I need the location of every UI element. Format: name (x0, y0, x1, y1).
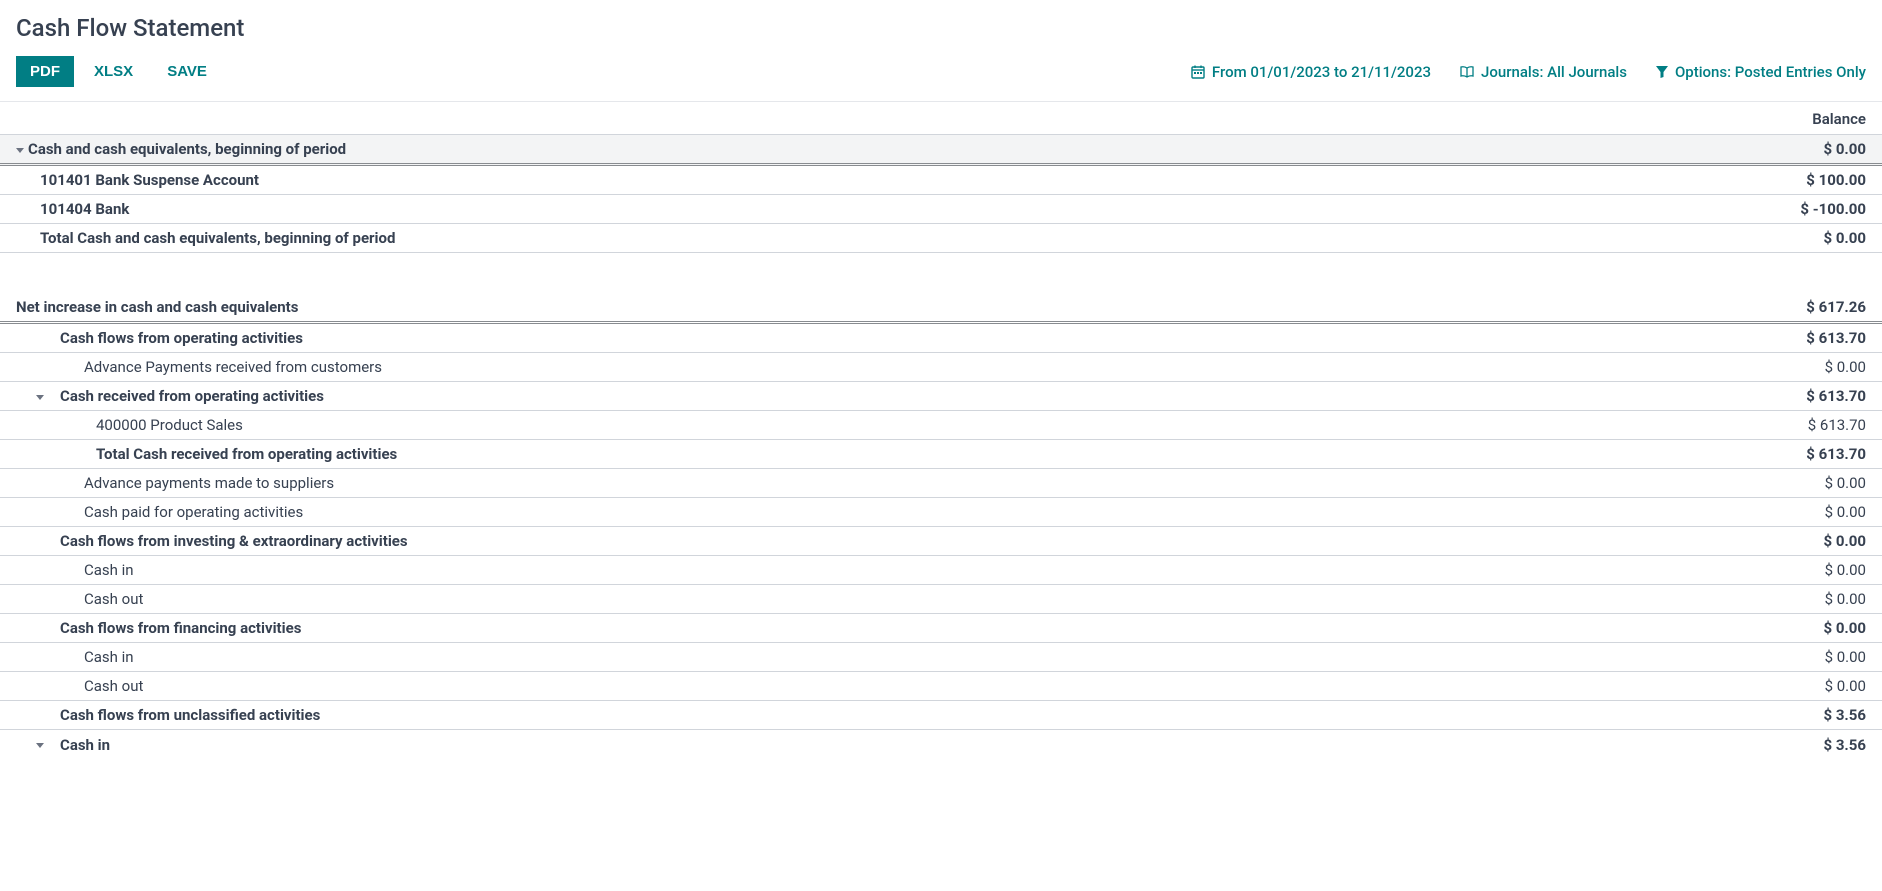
row-unc-cash-in[interactable]: Cash in $ 3.56 (0, 730, 1882, 759)
row-label: Cash paid for operating activities (36, 503, 303, 521)
row-bank[interactable]: 101404 Bank $ -100.00 (0, 195, 1882, 224)
row-value: $ 0.00 (1825, 590, 1866, 608)
gap (0, 253, 1882, 293)
balance-header: Balance (1812, 110, 1866, 128)
journals-filter-label: Journals: All Journals (1481, 63, 1627, 81)
row-label: Cash received from operating activities (48, 387, 324, 405)
page-title: Cash Flow Statement (0, 0, 1882, 50)
row-value: $ 3.56 (1823, 736, 1866, 754)
row-label: Cash in (36, 561, 134, 579)
row-value: $ 0.00 (1823, 229, 1866, 247)
toolbar-right: From 01/01/2023 to 21/11/2023 Journals: … (1190, 63, 1866, 81)
row-fin-cash-out[interactable]: Cash out $ 0.00 (0, 672, 1882, 701)
row-label: 101404 Bank (40, 200, 129, 218)
caret-down-icon (36, 395, 44, 400)
toolbar: PDF XLSX SAVE From 01/01/2023 to 21/11/2… (0, 50, 1882, 102)
row-value: $ 613.70 (1806, 445, 1866, 463)
row-value: $ 100.00 (1806, 171, 1866, 189)
row-label: Cash and cash equivalents, beginning of … (28, 140, 346, 158)
row-label: Cash out (36, 590, 143, 608)
row-value: $ 0.00 (1825, 648, 1866, 666)
row-label: Advance payments made to suppliers (36, 474, 334, 492)
row-net-increase[interactable]: Net increase in cash and cash equivalent… (0, 293, 1882, 324)
row-value: $ 0.00 (1825, 358, 1866, 376)
row-value: $ 0.00 (1823, 140, 1866, 158)
row-inv-cash-out[interactable]: Cash out $ 0.00 (0, 585, 1882, 614)
journals-filter[interactable]: Journals: All Journals (1459, 63, 1627, 81)
row-beginning-total: Total Cash and cash equivalents, beginni… (0, 224, 1882, 253)
row-label: Cash out (36, 677, 143, 695)
options-filter-label: Options: Posted Entries Only (1675, 63, 1866, 81)
row-value: $ 613.70 (1806, 387, 1866, 405)
book-icon (1459, 64, 1475, 80)
row-product-sales[interactable]: 400000 Product Sales $ 613.70 (0, 411, 1882, 440)
row-operating[interactable]: Cash flows from operating activities $ 6… (0, 324, 1882, 353)
row-unclassified[interactable]: Cash flows from unclassified activities … (0, 701, 1882, 730)
row-label: Total Cash received from operating activ… (36, 445, 397, 463)
row-value: $ 0.00 (1825, 677, 1866, 695)
row-label: Cash flows from investing & extraordinar… (36, 532, 408, 550)
row-value: $ 0.00 (1823, 532, 1866, 550)
row-adv-customers[interactable]: Advance Payments received from customers… (0, 353, 1882, 382)
report-table: Balance Cash and cash equivalents, begin… (0, 102, 1882, 759)
row-label: 400000 Product Sales (36, 416, 243, 434)
row-label: Advance Payments received from customers (36, 358, 382, 376)
row-value: $ 613.70 (1808, 416, 1866, 434)
row-inv-cash-in[interactable]: Cash in $ 0.00 (0, 556, 1882, 585)
row-bank-suspense[interactable]: 101401 Bank Suspense Account $ 100.00 (0, 166, 1882, 195)
row-label: Cash flows from unclassified activities (36, 706, 320, 724)
row-investing[interactable]: Cash flows from investing & extraordinar… (0, 527, 1882, 556)
toolbar-left: PDF XLSX SAVE (16, 56, 221, 87)
row-cash-received-op[interactable]: Cash received from operating activities … (0, 382, 1882, 411)
calendar-icon (1190, 64, 1206, 80)
row-label: Total Cash and cash equivalents, beginni… (40, 229, 395, 247)
row-value: $ 0.00 (1825, 474, 1866, 492)
row-value: $ 617.26 (1806, 298, 1866, 316)
row-value: $ 0.00 (1823, 619, 1866, 637)
row-cash-paid-op[interactable]: Cash paid for operating activities $ 0.0… (0, 498, 1882, 527)
row-label: Cash flows from operating activities (36, 329, 303, 347)
row-label: Net increase in cash and cash equivalent… (16, 298, 298, 316)
row-label: Cash in (36, 648, 134, 666)
table-header: Balance (0, 102, 1882, 135)
save-button[interactable]: SAVE (153, 56, 221, 87)
row-label: Cash flows from financing activities (36, 619, 301, 637)
pdf-button[interactable]: PDF (16, 56, 74, 87)
caret-down-icon (36, 743, 44, 748)
xlsx-button[interactable]: XLSX (80, 56, 147, 87)
row-value: $ 0.00 (1825, 561, 1866, 579)
row-total-cash-received-op: Total Cash received from operating activ… (0, 440, 1882, 469)
funnel-icon (1655, 65, 1669, 79)
row-beginning[interactable]: Cash and cash equivalents, beginning of … (0, 135, 1882, 166)
row-label: 101401 Bank Suspense Account (40, 171, 259, 189)
row-value: $ 3.56 (1823, 706, 1866, 724)
row-value: $ 0.00 (1825, 503, 1866, 521)
date-filter-label: From 01/01/2023 to 21/11/2023 (1212, 63, 1431, 81)
row-value: $ 613.70 (1806, 329, 1866, 347)
row-label: Cash in (48, 736, 110, 754)
date-filter[interactable]: From 01/01/2023 to 21/11/2023 (1190, 63, 1431, 81)
row-adv-suppliers[interactable]: Advance payments made to suppliers $ 0.0… (0, 469, 1882, 498)
options-filter[interactable]: Options: Posted Entries Only (1655, 63, 1866, 81)
row-fin-cash-in[interactable]: Cash in $ 0.00 (0, 643, 1882, 672)
caret-down-icon (16, 148, 24, 153)
row-value: $ -100.00 (1800, 200, 1866, 218)
row-financing[interactable]: Cash flows from financing activities $ 0… (0, 614, 1882, 643)
